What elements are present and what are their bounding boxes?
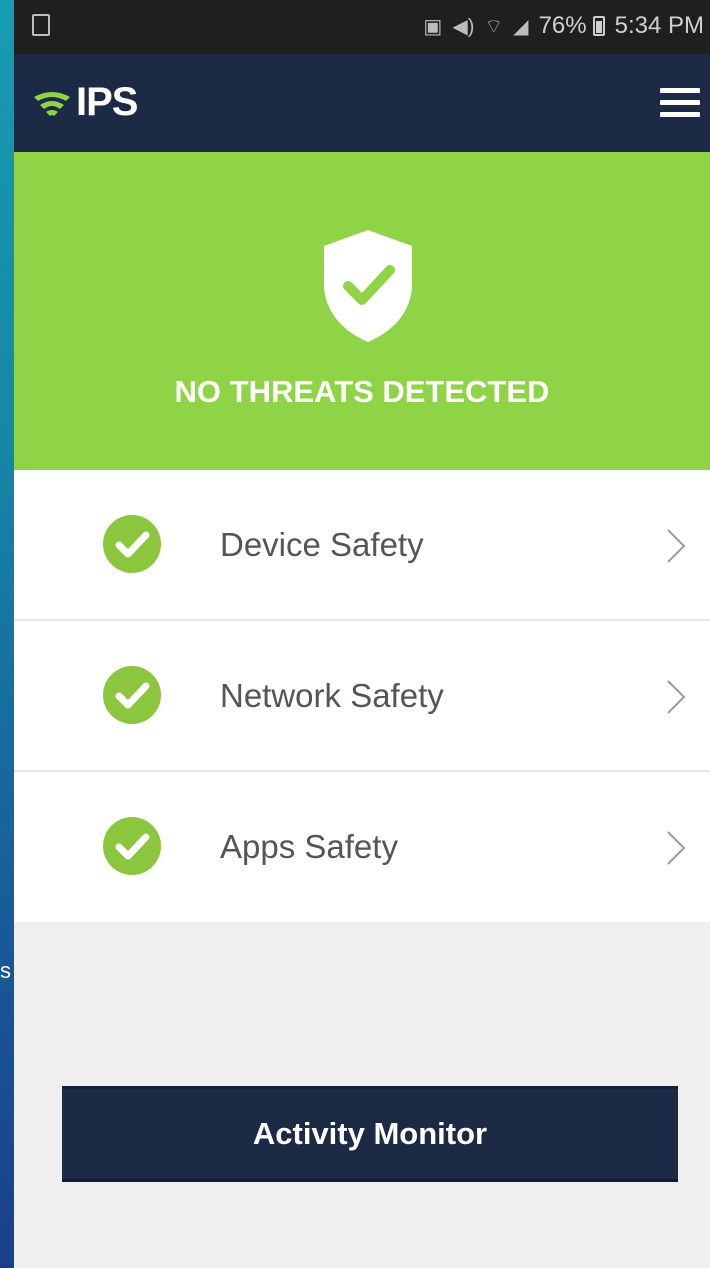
chevron-right-icon (667, 529, 686, 563)
logo-icon (34, 91, 70, 116)
battery-percentage: 76% (538, 12, 587, 39)
threat-status-title: NO THREATS DETECTED (174, 374, 550, 409)
safety-item-label: Apps Safety (220, 828, 398, 865)
app-logo: IPS (32, 80, 138, 125)
app-bar: IPS (14, 54, 710, 154)
volume-icon: ◀) (452, 15, 475, 38)
safety-item-device[interactable]: Device Safety (14, 470, 710, 621)
notification-icon (32, 14, 50, 36)
phone-screen: ▣ ◀) ⌔ ◢ 76% 5:34 PM IPS NO THREATS DETE… (14, 0, 710, 1268)
chevron-right-icon (667, 680, 686, 714)
status-bar: ▣ ◀) ⌔ ◢ 76% 5:34 PM (14, 0, 710, 54)
logo-text: IPS (76, 80, 138, 124)
check-circle-icon (103, 817, 161, 875)
shield-check-icon (324, 230, 412, 342)
safety-list: Device Safety Network Safety Apps Safety (14, 470, 710, 922)
check-circle-icon (103, 666, 161, 724)
safety-item-apps[interactable]: Apps Safety (14, 772, 710, 922)
edge-fragment: s (0, 958, 11, 983)
battery-icon (592, 16, 605, 36)
chevron-right-icon (667, 831, 686, 865)
nfc-icon: ▣ (423, 15, 443, 38)
status-hero: NO THREATS DETECTED (14, 152, 710, 470)
signal-icon: ◢ (513, 15, 529, 38)
check-circle-icon (103, 515, 161, 573)
activity-monitor-button[interactable]: Activity Monitor (62, 1086, 678, 1182)
safety-item-network[interactable]: Network Safety (14, 621, 710, 772)
status-icons: ▣ ◀) ⌔ ◢ 76% 5:34 PM (423, 12, 704, 40)
wifi-icon: ⌔ (484, 15, 504, 38)
clock: 5:34 PM (614, 12, 704, 39)
hamburger-menu-icon[interactable] (660, 88, 700, 120)
safety-item-label: Device Safety (220, 526, 424, 563)
safety-item-label: Network Safety (220, 677, 444, 714)
